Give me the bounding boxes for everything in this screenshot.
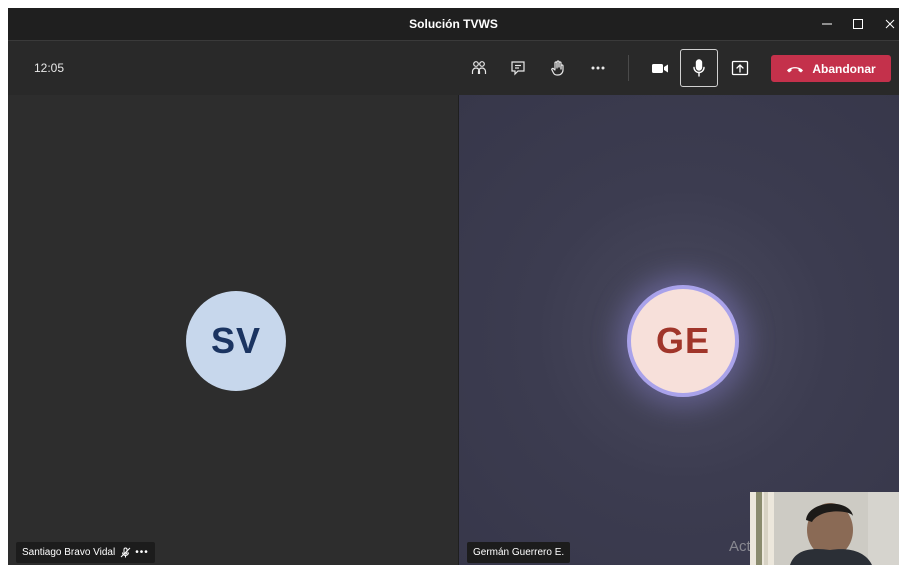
participant-name-tag: Santiago Bravo Vidal ••• [16, 542, 155, 563]
participants-icon [471, 61, 487, 74]
minimize-icon[interactable] [811, 8, 843, 40]
maximize-icon[interactable] [842, 8, 874, 40]
participant-name: Santiago Bravo Vidal [22, 547, 116, 558]
raise-hand-icon [551, 60, 564, 76]
window-title: Solución TVWS [409, 17, 498, 31]
microphone-button[interactable] [680, 49, 718, 87]
hang-up-icon [787, 66, 804, 72]
avatar: GE [627, 285, 739, 397]
toolbar-divider [628, 55, 629, 81]
avatar: SV [186, 291, 286, 391]
more-options-button[interactable] [581, 53, 615, 83]
more-options-icon[interactable]: ••• [135, 542, 149, 563]
mic-muted-icon [120, 547, 131, 558]
participant-name-tag: Germán Guerrero E. [467, 542, 571, 563]
chat-button[interactable] [501, 53, 535, 83]
more-options-icon [591, 66, 605, 70]
call-toolbar: 12:05 Abandonar [8, 40, 899, 95]
share-screen-icon [731, 60, 749, 76]
camera-button[interactable] [643, 53, 677, 83]
microphone-icon [693, 59, 705, 77]
participant-name: Germán Guerrero E. [473, 547, 565, 558]
teams-call-window: Solución TVWS 12:05 Abandonar SV Santiag… [8, 8, 899, 565]
camera-icon [652, 64, 668, 73]
leave-call-button[interactable]: Abandonar [771, 55, 891, 82]
leave-call-label: Abandonar [812, 61, 876, 76]
title-bar: Solución TVWS [8, 8, 899, 40]
close-icon[interactable] [874, 8, 899, 40]
participant-tile-santiago[interactable]: SV Santiago Bravo Vidal ••• [8, 95, 458, 565]
raise-hand-button[interactable] [541, 53, 575, 83]
participants-button[interactable] [462, 53, 496, 83]
self-view-video[interactable] [750, 492, 899, 565]
share-screen-button[interactable] [723, 53, 757, 83]
call-time: 12:05 [34, 61, 65, 75]
chat-icon [511, 61, 525, 76]
